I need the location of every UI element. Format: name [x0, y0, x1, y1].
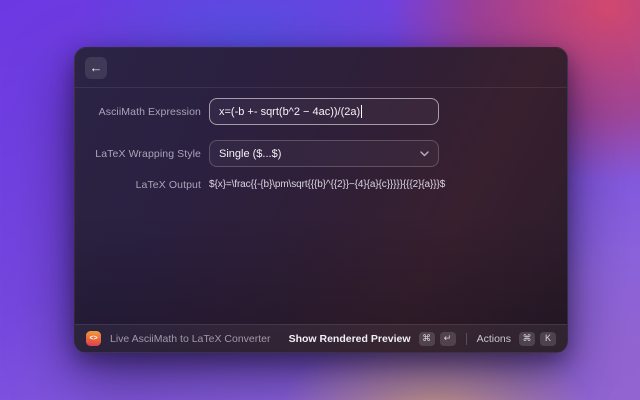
form: AsciiMath Expression x=(-b +- sqrt(b^2 −…	[75, 88, 567, 324]
code-brackets-icon: <>	[89, 335, 98, 342]
chevron-down-icon	[420, 150, 429, 157]
footer-bar: <> Live AsciiMath to LaTeX Converter Sho…	[75, 324, 567, 352]
footer-title: Live AsciiMath to LaTeX Converter	[110, 332, 271, 345]
extension-icon: <>	[86, 331, 101, 346]
converter-window: ← AsciiMath Expression x=(-b +- sqrt(b^2…	[74, 47, 568, 353]
return-key-badge: ↵	[439, 331, 456, 346]
wrapping-label: LaTeX Wrapping Style	[95, 147, 201, 160]
wrapping-style-dropdown[interactable]: Single ($...$)	[209, 140, 439, 167]
cmd-key-badge: ⌘	[519, 331, 535, 346]
cmd-key-badge: ⌘	[418, 331, 435, 346]
asciimath-row: AsciiMath Expression x=(-b +- sqrt(b^2 −…	[75, 98, 439, 125]
k-key-badge: K	[540, 331, 556, 346]
asciimath-input[interactable]: x=(-b +- sqrt(b^2 − 4ac))/(2a)	[209, 98, 439, 125]
footer-divider	[465, 332, 467, 345]
wrapping-row: LaTeX Wrapping Style Single ($...$)	[75, 140, 439, 167]
latex-output-value: ${x}=\frac{{-{b}\pm\sqrt{{{b}^{{2}}−{4}{…	[209, 179, 446, 190]
show-rendered-preview-action[interactable]: Show Rendered Preview	[289, 333, 411, 345]
back-button[interactable]: ←	[85, 56, 107, 79]
text-cursor	[361, 105, 363, 118]
wrapping-selected-value: Single ($...$)	[219, 147, 282, 160]
window-header: ←	[75, 48, 567, 88]
asciimath-input-value: x=(-b +- sqrt(b^2 − 4ac))/(2a)	[219, 105, 361, 118]
back-arrow-icon: ←	[89, 60, 103, 75]
actions-menu-button[interactable]: Actions	[477, 333, 511, 345]
desktop-background: ← AsciiMath Expression x=(-b +- sqrt(b^2…	[0, 0, 640, 400]
output-row: LaTeX Output ${x}=\frac{{-{b}\pm\sqrt{{{…	[75, 178, 447, 192]
output-label: LaTeX Output	[135, 179, 201, 191]
asciimath-label: AsciiMath Expression	[98, 105, 201, 118]
footer-actions: Show Rendered Preview ⌘ ↵ Actions ⌘ K	[289, 331, 556, 346]
